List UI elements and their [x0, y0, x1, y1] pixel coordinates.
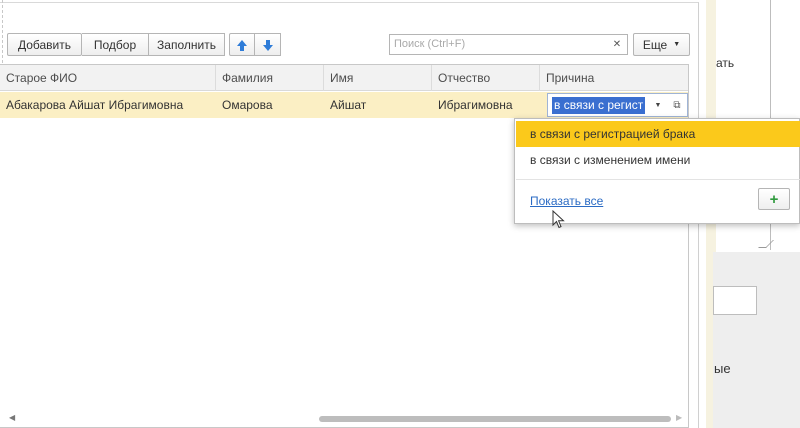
more-button[interactable]: Еще ▼ [633, 33, 690, 56]
cell-first-name[interactable]: Айшат [324, 92, 432, 118]
side-input[interactable] [713, 286, 757, 315]
dropdown-arrow-icon[interactable]: ▼ [649, 94, 667, 116]
add-new-button[interactable]: + [758, 188, 790, 210]
add-button-label: Добавить [17, 37, 72, 52]
reason-selected-text[interactable]: в связи с регист [552, 97, 645, 114]
scrollbar-thumb[interactable] [319, 416, 671, 422]
move-down-button[interactable] [255, 33, 281, 56]
column-header-reason[interactable]: Причина [540, 65, 688, 91]
select-button[interactable]: Подбор [82, 33, 149, 56]
mouse-cursor-icon [552, 210, 565, 229]
table-header: Старое ФИО Фамилия Имя Отчество Причина [0, 65, 688, 91]
search-input[interactable]: Поиск (Ctrl+F) ✕ [389, 34, 628, 55]
reason-edit-field[interactable]: в связи с регист ▼ ⧉ [547, 93, 688, 117]
select-button-label: Подбор [93, 37, 137, 52]
move-up-button[interactable] [229, 33, 255, 56]
horizontal-scrollbar[interactable]: ◀ ▶ [5, 412, 685, 426]
chevron-down-icon: ▼ [673, 41, 681, 48]
cell-last-name[interactable]: Омарова [216, 92, 324, 118]
side-gray-area [713, 252, 800, 428]
fill-button-label: Заполнить [157, 37, 216, 52]
scroll-right-icon[interactable]: ▶ [676, 413, 682, 422]
scroll-left-icon[interactable]: ◀ [9, 413, 15, 422]
cell-old-name[interactable]: Абакарова Айшат Ибрагимовна [0, 92, 216, 118]
column-header-last-name[interactable]: Фамилия [216, 65, 324, 91]
side-label-1: ать [716, 56, 735, 70]
search-placeholder: Поиск (Ctrl+F) [394, 38, 466, 50]
side-label-2: ые [714, 361, 731, 376]
arrow-down-icon [262, 39, 273, 51]
dropdown-separator [516, 179, 800, 180]
clear-icon[interactable]: ✕ [607, 35, 627, 54]
arrow-up-icon [237, 39, 247, 51]
more-button-label: Еще [642, 37, 668, 52]
open-form-icon[interactable]: ⧉ [668, 94, 686, 116]
show-all-link[interactable]: Показать все [530, 194, 603, 208]
reason-dropdown: в связи с регистрацией брака в связи с и… [514, 118, 800, 224]
cell-patronymic[interactable]: Ибрагимовна [432, 92, 540, 118]
column-header-patronymic[interactable]: Отчество [432, 65, 540, 91]
dropdown-option-marriage[interactable]: в связи с регистрацией брака [516, 121, 800, 147]
fill-button[interactable]: Заполнить [149, 33, 225, 56]
add-button[interactable]: Добавить [7, 33, 82, 56]
column-header-first-name[interactable]: Имя [324, 65, 432, 91]
column-header-old-name[interactable]: Старое ФИО [0, 65, 216, 91]
plus-icon: + [769, 190, 779, 208]
dropdown-option-name-change[interactable]: в связи с изменением имени [516, 147, 800, 173]
